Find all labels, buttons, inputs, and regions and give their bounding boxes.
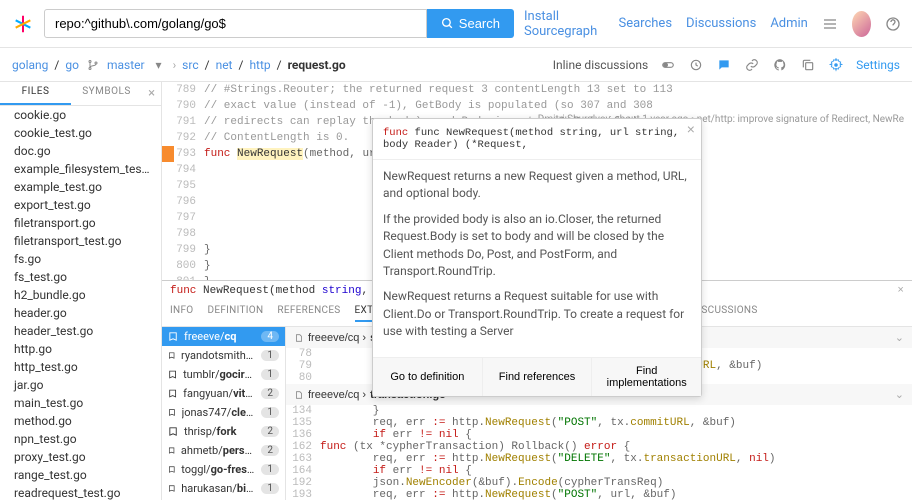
ref-repo-item[interactable]: harukasan/bindform1 [162,479,285,498]
tree-item[interactable]: fs.go [0,250,161,268]
ref-repo-item[interactable]: jonas747/cleverbot1 [162,403,285,422]
ref-repo-item[interactable]: tumblr/gocircuit1 [162,365,285,384]
tab-symbols[interactable]: SYMBOLS [71,82,142,105]
crumb-repo[interactable]: go [65,58,79,72]
ref-repo-item[interactable]: freeeve/cq4 [162,327,285,346]
avatar[interactable] [852,11,871,37]
tree-item[interactable]: http_test.go [0,358,161,376]
crumb-org[interactable]: golang [12,58,48,72]
tooltip-close-icon[interactable]: × [687,123,695,139]
nav-discussions[interactable]: Discussions [686,16,756,31]
tree-item[interactable]: npn_test.go [0,430,161,448]
github-icon[interactable] [772,57,788,73]
tab-files[interactable]: FILES [0,82,71,105]
search-button[interactable]: Search [427,9,514,38]
tree-item[interactable]: jar.go [0,376,161,394]
tree-item[interactable]: proxy_test.go [0,448,161,466]
menu-icon[interactable] [822,16,838,32]
nav-install[interactable]: Install Sourcegraph [524,9,605,39]
help-icon[interactable] [885,16,901,32]
search-input[interactable] [44,9,427,38]
tree-item[interactable]: range_test.go [0,466,161,484]
branch-icon [85,57,101,73]
hover-tooltip: func func NewRequest(method string, url … [372,118,702,397]
panel-close-icon[interactable]: × [897,285,904,297]
crumb-file: request.go [288,58,346,72]
tree-item[interactable]: fs_test.go [0,268,161,286]
ref-repo-item[interactable]: ryandotsmith/ddbs...1 [162,346,285,365]
gear-icon[interactable] [828,57,844,73]
panel-tab[interactable]: REFERENCES [277,305,340,322]
toggle-icon[interactable] [660,57,676,73]
tree-item[interactable]: method.go [0,412,161,430]
cycle-icon[interactable] [688,57,704,73]
tree-item[interactable]: cookie_test.go [0,124,161,142]
ref-repo-item[interactable]: toggl/go-freshboo...1 [162,460,285,479]
comment-icon[interactable] [716,57,732,73]
ref-repo-item[interactable]: ahmetb/personal-d...2 [162,441,285,460]
logo[interactable] [12,13,34,35]
tree-item[interactable]: filetransport.go [0,214,161,232]
tree-item[interactable]: filetransport_test.go [0,232,161,250]
close-icon[interactable]: × [142,82,161,105]
crumb-p1[interactable]: net [216,58,233,72]
panel-tab[interactable]: INFO [170,305,193,322]
settings-link[interactable]: Settings [856,58,900,72]
tree-item[interactable]: doc.go [0,142,161,160]
find-impls-button[interactable]: Find implementations [592,358,701,396]
link-icon[interactable] [744,57,760,73]
chevron-down-icon[interactable]: ▾ [151,57,167,73]
tree-item[interactable]: h2_bundle.go [0,286,161,304]
tree-item[interactable]: export_test.go [0,196,161,214]
ref-repo-item[interactable]: fangyuan/vitess2 [162,384,285,403]
crumb-p2[interactable]: http [249,58,270,72]
nav-admin[interactable]: Admin [770,16,808,31]
tree-item[interactable]: cookie.go [0,106,161,124]
find-refs-button[interactable]: Find references [483,358,593,396]
goto-def-button[interactable]: Go to definition [373,358,483,396]
tree-item[interactable]: main_test.go [0,394,161,412]
tree-item[interactable]: header.go [0,304,161,322]
crumb-p0[interactable]: src [182,58,198,72]
panel-tab[interactable]: DEFINITION [207,305,263,322]
tree-item[interactable]: example_test.go [0,178,161,196]
tree-item[interactable]: header_test.go [0,322,161,340]
crumb-branch[interactable]: master [107,58,145,72]
tree-item[interactable]: readrequest_test.go [0,484,161,500]
tree-item[interactable]: http.go [0,340,161,358]
copy-icon[interactable] [800,57,816,73]
ref-repo-item[interactable]: thrisp/fork2 [162,422,285,441]
tree-item[interactable]: example_filesystem_test.go [0,160,161,178]
inline-discussions-label[interactable]: Inline discussions [553,58,648,72]
nav-searches[interactable]: Searches [619,16,673,31]
